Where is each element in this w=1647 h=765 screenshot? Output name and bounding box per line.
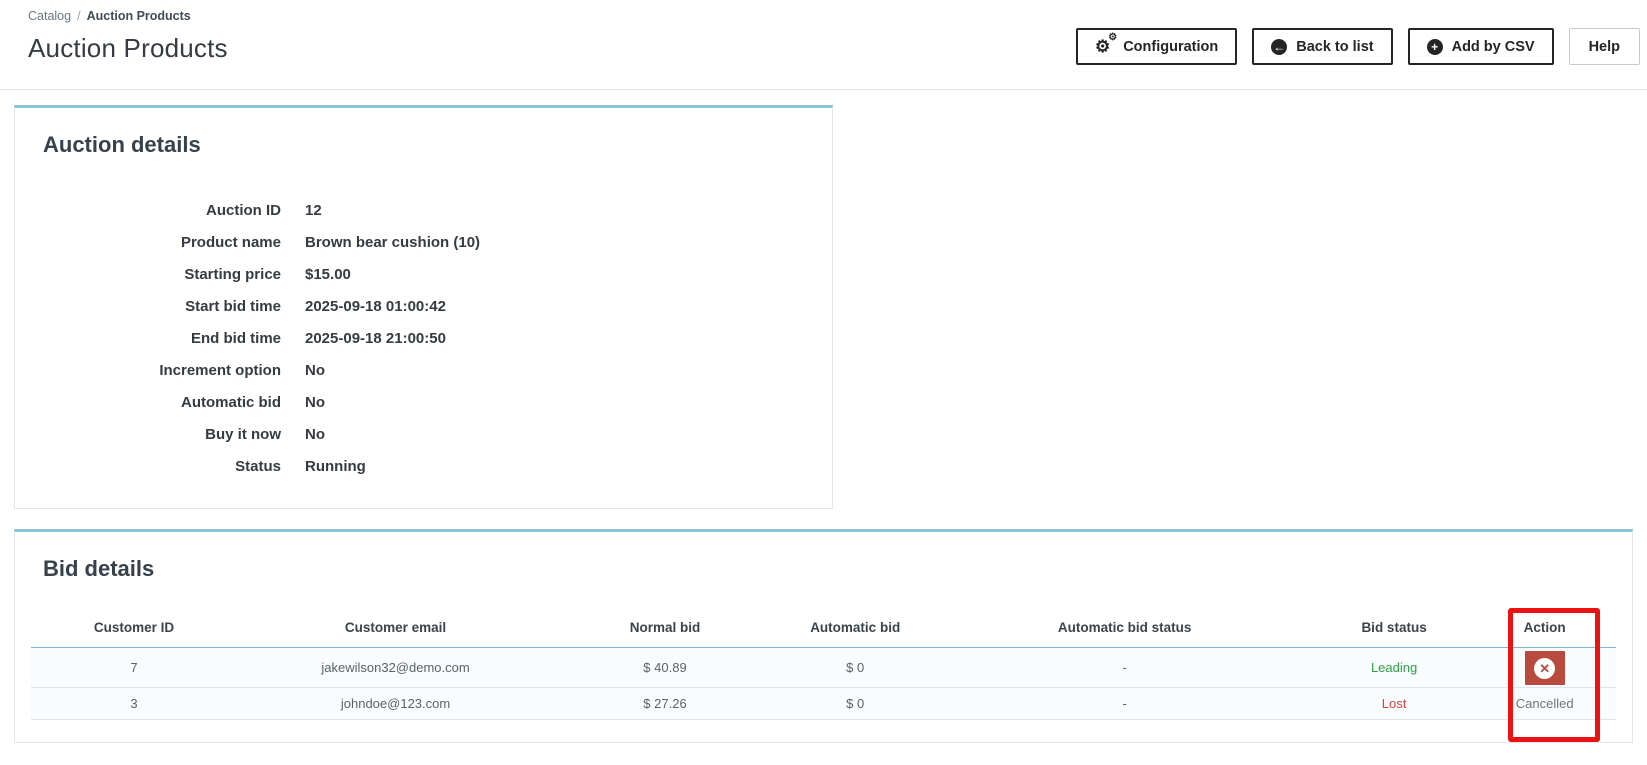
table-row: 7 jakewilson32@demo.com $ 40.89 $ 0 - Le… — [31, 647, 1616, 688]
detail-row-start-bid-time: Start bid time 2025-09-18 01:00:42 — [43, 290, 816, 322]
field-label: Automatic bid — [181, 393, 281, 411]
field-label: Status — [235, 457, 281, 475]
auction-details-title: Auction details — [43, 132, 201, 157]
cell-bid-status: Lost — [1314, 687, 1474, 720]
detail-row-auction-id: Auction ID 12 — [43, 194, 816, 226]
bid-table-header-row: Customer ID Customer email Normal bid Au… — [31, 606, 1616, 648]
cell-customer-id: 7 — [31, 647, 238, 688]
breadcrumb: Catalog / Auction Products — [28, 9, 228, 23]
toolbar: ⚙ ⚙ Configuration ← Back to list + Add by… — [1075, 28, 1640, 65]
cell-automatic-bid: $ 0 — [775, 687, 935, 720]
cancel-bid-button[interactable]: ✕ — [1524, 651, 1565, 685]
cell-bid-status: Leading — [1314, 647, 1474, 688]
cell-action: ✕ — [1473, 647, 1616, 688]
cell-automatic-bid-status: - — [934, 647, 1315, 688]
col-header-automatic-bid-status: Automatic bid status — [934, 606, 1315, 648]
field-label: Buy it now — [205, 425, 281, 443]
cell-action-cancelled: Cancelled — [1473, 687, 1616, 720]
cogs-icon: ⚙ ⚙ — [1094, 32, 1118, 56]
field-value: Running — [305, 457, 366, 475]
breadcrumb-separator: / — [77, 9, 81, 23]
configuration-button[interactable]: ⚙ ⚙ Configuration — [1075, 28, 1238, 65]
bid-details-panel: Bid details Customer ID Customer email N… — [14, 529, 1633, 743]
field-label: Starting price — [184, 265, 281, 283]
detail-row-increment-option: Increment option No — [43, 354, 816, 386]
field-value: No — [305, 393, 325, 411]
back-to-list-button-label: Back to list — [1296, 38, 1374, 55]
field-value: Brown bear cushion (10) — [305, 233, 481, 251]
field-value: $15.00 — [305, 265, 351, 283]
cell-customer-email: jakewilson32@demo.com — [237, 647, 555, 688]
cell-normal-bid: $ 40.89 — [554, 647, 776, 688]
field-label: End bid time — [191, 329, 281, 347]
detail-row-status: Status Running — [43, 450, 816, 482]
col-header-customer-email: Customer email — [237, 606, 555, 648]
breadcrumb-current: Auction Products — [86, 9, 191, 23]
help-button-label: Help — [1588, 38, 1620, 55]
field-value: 12 — [305, 201, 322, 219]
page-title: Auction Products — [28, 33, 228, 63]
cell-automatic-bid-status: - — [934, 687, 1315, 720]
breadcrumb-catalog[interactable]: Catalog — [28, 9, 71, 23]
help-button[interactable]: Help — [1568, 28, 1640, 65]
field-label: Product name — [180, 233, 281, 251]
col-header-bid-status: Bid status — [1314, 606, 1474, 648]
field-label: Increment option — [159, 361, 281, 379]
add-by-csv-button-label: Add by CSV — [1451, 38, 1535, 55]
page-header: Catalog / Auction Products Auction Product… — [0, 0, 1647, 90]
col-header-action: Action — [1473, 606, 1616, 648]
detail-row-automatic-bid: Automatic bid No — [43, 386, 816, 418]
detail-row-end-bid-time: End bid time 2025-09-18 21:00:50 — [43, 322, 816, 354]
plus-circle-icon: + — [1426, 38, 1443, 55]
field-value: No — [305, 425, 325, 443]
cell-customer-id: 3 — [31, 687, 238, 720]
detail-row-buy-it-now: Buy it now No — [43, 418, 816, 450]
field-value: 2025-09-18 21:00:50 — [305, 329, 446, 347]
detail-row-product-name: Product name Brown bear cushion (10) — [43, 226, 816, 258]
cell-automatic-bid: $ 0 — [775, 647, 935, 688]
bid-table: Customer ID Customer email Normal bid Au… — [31, 606, 1616, 720]
detail-row-starting-price: Starting price $15.00 — [43, 258, 816, 290]
field-label: Auction ID — [206, 201, 281, 219]
col-header-customer-id: Customer ID — [31, 606, 238, 648]
field-label: Start bid time — [185, 297, 281, 315]
col-header-normal-bid: Normal bid — [554, 606, 776, 648]
table-row: 3 johndoe@123.com $ 27.26 $ 0 - Lost Can… — [31, 687, 1616, 720]
configuration-button-label: Configuration — [1123, 38, 1219, 55]
add-by-csv-button[interactable]: + Add by CSV — [1407, 28, 1554, 65]
header-left: Catalog / Auction Products Auction Product… — [28, 8, 228, 64]
cell-customer-email: johndoe@123.com — [237, 687, 555, 720]
field-value: 2025-09-18 01:00:42 — [305, 297, 446, 315]
cancel-icon: ✕ — [1534, 657, 1556, 679]
col-header-automatic-bid: Automatic bid — [775, 606, 935, 648]
back-to-list-button[interactable]: ← Back to list — [1252, 28, 1393, 65]
back-circle-icon: ← — [1271, 38, 1288, 55]
auction-details-panel: Auction details Auction ID 12 Product na… — [14, 105, 833, 509]
bid-details-title: Bid details — [43, 556, 155, 581]
cell-normal-bid: $ 27.26 — [554, 687, 776, 720]
field-value: No — [305, 361, 325, 379]
